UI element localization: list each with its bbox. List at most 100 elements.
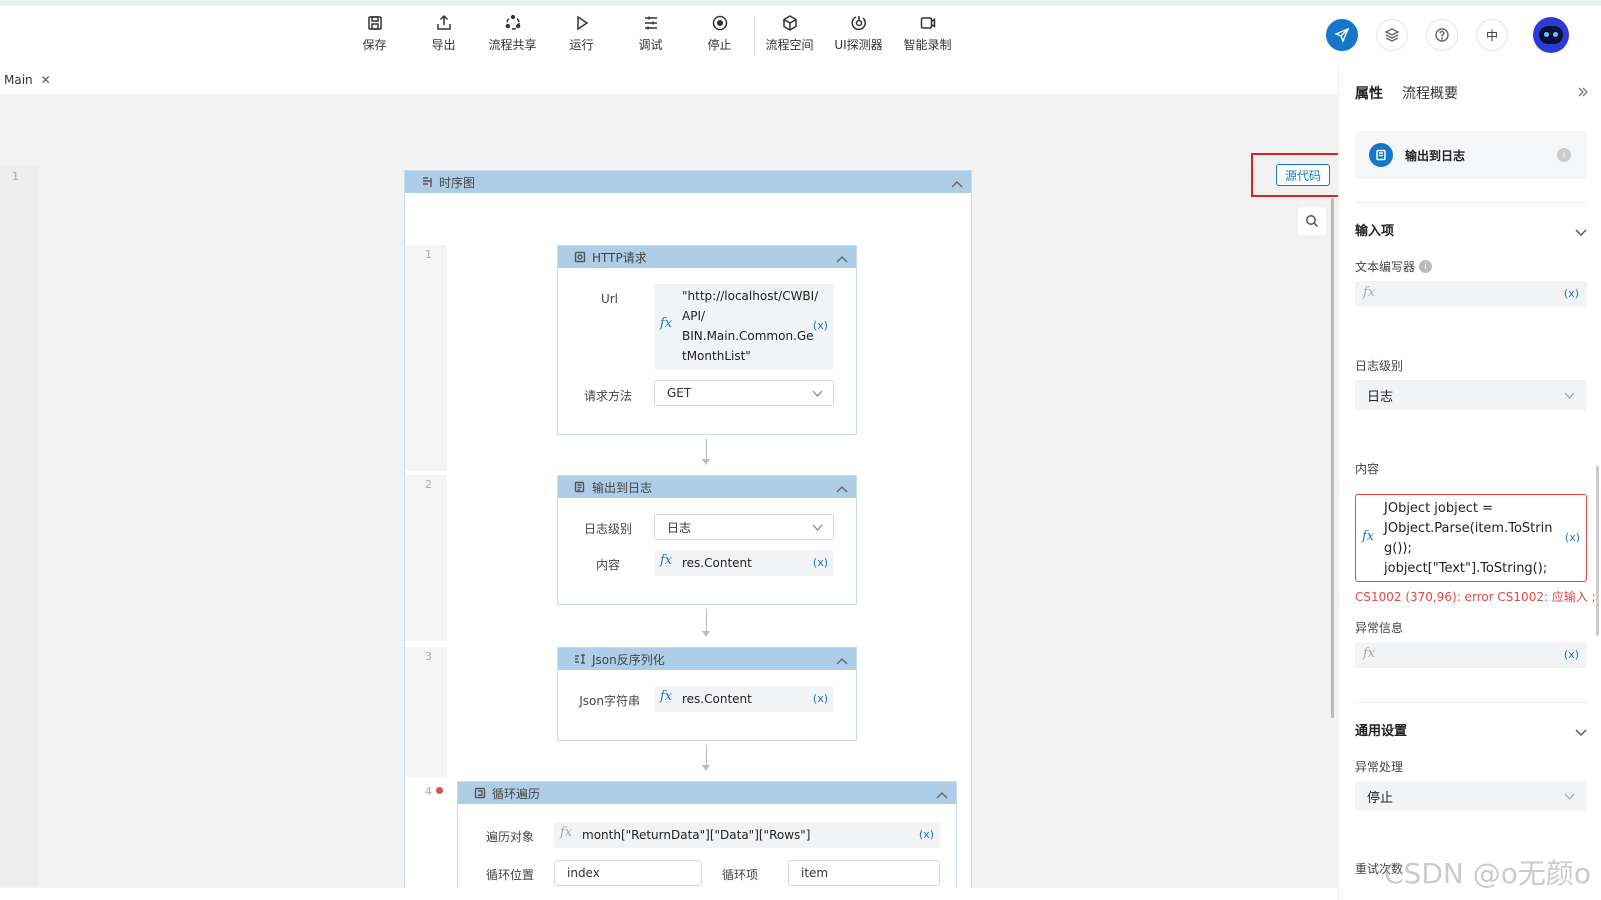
sequence-icon	[423, 177, 432, 187]
node-header: 输出到日志	[558, 476, 856, 498]
share-icon	[505, 14, 520, 30]
share-button[interactable]: 流程共享	[478, 14, 547, 60]
fx-icon: fx	[660, 316, 673, 331]
save-button[interactable]: 保存	[340, 14, 409, 60]
language-button[interactable]: 中	[1476, 19, 1508, 51]
collapse-chevron-icon[interactable]	[951, 177, 963, 188]
log-level-select[interactable]: 日志	[654, 514, 834, 540]
breakpoint-icon[interactable]	[436, 787, 443, 794]
node-http-request[interactable]: HTTP请求 Url fx "http://localhost/CWBI/ AP…	[557, 245, 857, 435]
collapse-chevron-icon[interactable]	[836, 654, 848, 665]
divider	[1355, 702, 1587, 703]
export-icon	[436, 14, 451, 30]
export-button[interactable]: 导出	[409, 14, 478, 60]
activity-card: 输出到日志 i	[1355, 131, 1587, 179]
divider	[1355, 202, 1587, 203]
info-icon[interactable]: i	[1419, 260, 1433, 273]
search-button[interactable]	[1298, 207, 1326, 235]
text-editor-input[interactable]: fx (x)	[1355, 281, 1587, 307]
json-string-input[interactable]: fx res.Content (x)	[654, 686, 834, 712]
designer-canvas[interactable]: 1 源代码 时序图 1 HTTP请求 Url fx "http://localh…	[0, 94, 1338, 888]
smart-record-button[interactable]: 智能录制	[893, 14, 962, 60]
debug-icon	[644, 16, 657, 30]
search-icon	[1306, 215, 1319, 228]
tab-bar: Main ✕	[0, 66, 1338, 94]
exception-info-input[interactable]: fx (x)	[1355, 642, 1587, 668]
collapse-panel-icon[interactable]	[1577, 86, 1589, 98]
variable-icon[interactable]: (x)	[1564, 287, 1579, 300]
url-value: "http://localhost/CWBI/ API/ BIN.Main.Co…	[682, 289, 819, 363]
log-icon	[1369, 143, 1393, 167]
loop-icon	[474, 787, 486, 799]
method-label: 请求方法	[583, 389, 632, 403]
help-icon	[1435, 28, 1449, 42]
variable-icon[interactable]: (x)	[813, 556, 828, 569]
content-code: JObject jobject = JObject.Parse(item.ToS…	[1384, 501, 1553, 576]
exception-handling-select[interactable]: 停止	[1355, 781, 1587, 811]
http-icon	[574, 251, 586, 263]
node-log-output[interactable]: 输出到日志 日志级别 日志 内容 fx res.Content (x)	[557, 475, 857, 605]
collapse-chevron-icon[interactable]	[836, 252, 848, 263]
exception-info-label: 异常信息	[1355, 621, 1404, 635]
sequence-container[interactable]: 时序图 1 HTTP请求 Url fx "http://localhost/CW…	[404, 170, 972, 888]
line-number: 4	[425, 785, 432, 798]
variable-icon[interactable]: (x)	[813, 319, 828, 332]
arrow-down-icon	[702, 631, 710, 637]
loop-item-input[interactable]: item	[788, 860, 940, 886]
tab-main[interactable]: Main ✕	[0, 66, 52, 94]
node-loop[interactable]: 循环遍历 遍历对象 fx month["ReturnData"]["Data"]…	[457, 781, 957, 888]
loop-item-label: 循环项	[721, 868, 758, 882]
loop-index-label: 循环位置	[485, 868, 534, 882]
layers-button[interactable]	[1376, 19, 1408, 51]
connector-line	[706, 609, 707, 633]
collapse-chevron-icon[interactable]	[836, 482, 848, 493]
fx-icon: fx	[660, 553, 673, 568]
save-icon	[367, 16, 382, 30]
help-button[interactable]	[1426, 19, 1458, 51]
log-level-label: 日志级别	[583, 522, 632, 536]
log-level-label: 日志级别	[1355, 359, 1404, 373]
avatar[interactable]	[1533, 17, 1569, 53]
variable-icon[interactable]: (x)	[813, 692, 828, 705]
chevron-down-icon	[812, 524, 823, 531]
source-code-button[interactable]: 源代码	[1276, 164, 1330, 186]
tab-process-overview[interactable]: 流程概要	[1402, 83, 1458, 103]
run-button[interactable]: 运行	[547, 14, 616, 60]
send-icon	[1334, 27, 1350, 43]
publish-button[interactable]	[1326, 19, 1358, 51]
connector-line	[706, 745, 707, 767]
debug-button[interactable]: 调试	[616, 14, 685, 60]
tab-properties[interactable]: 属性	[1355, 83, 1383, 103]
fx-icon: fx	[1362, 529, 1375, 544]
panel-scrollbar[interactable]	[1596, 466, 1599, 636]
chevron-down-icon[interactable]	[1575, 226, 1587, 236]
info-icon[interactable]: i	[1557, 148, 1571, 162]
content-code-input[interactable]: fx JObject jobject = JObject.Parse(item.…	[1355, 494, 1587, 582]
loop-index-input[interactable]: index	[554, 860, 702, 886]
canvas-scrollbar[interactable]	[1331, 198, 1334, 718]
method-select[interactable]: GET	[654, 380, 834, 406]
variable-icon[interactable]: (x)	[1564, 648, 1579, 661]
step-gutter	[405, 245, 447, 471]
fx-icon: fx	[1363, 646, 1376, 661]
url-input[interactable]: fx "http://localhost/CWBI/ API/ BIN.Main…	[654, 284, 834, 370]
text-editor-label: 文本编写器 i	[1355, 258, 1433, 275]
process-space-button[interactable]: 流程空间	[755, 14, 824, 60]
content-input[interactable]: fx res.Content (x)	[654, 550, 834, 576]
step-gutter	[405, 647, 447, 777]
record-icon	[920, 17, 935, 29]
variable-icon[interactable]: (x)	[919, 828, 934, 841]
close-icon[interactable]: ✕	[41, 73, 51, 87]
watermark: CSDN @o无颜o	[1384, 857, 1591, 890]
chevron-down-icon[interactable]	[1575, 726, 1587, 736]
probe-icon	[851, 16, 866, 31]
loop-target-input[interactable]: fx month["ReturnData"]["Data"]["Rows"] (…	[554, 822, 940, 848]
log-level-select[interactable]: 日志	[1355, 380, 1587, 410]
stop-button[interactable]: 停止	[685, 14, 754, 60]
connector-line	[706, 439, 707, 461]
variable-icon[interactable]: (x)	[1565, 531, 1580, 544]
node-json-deserialize[interactable]: Json反序列化 Json字符串 fx res.Content (x)	[557, 647, 857, 741]
line-number: 1	[425, 248, 432, 261]
collapse-chevron-icon[interactable]	[936, 788, 948, 799]
ui-probe-button[interactable]: UI探测器	[824, 14, 893, 60]
